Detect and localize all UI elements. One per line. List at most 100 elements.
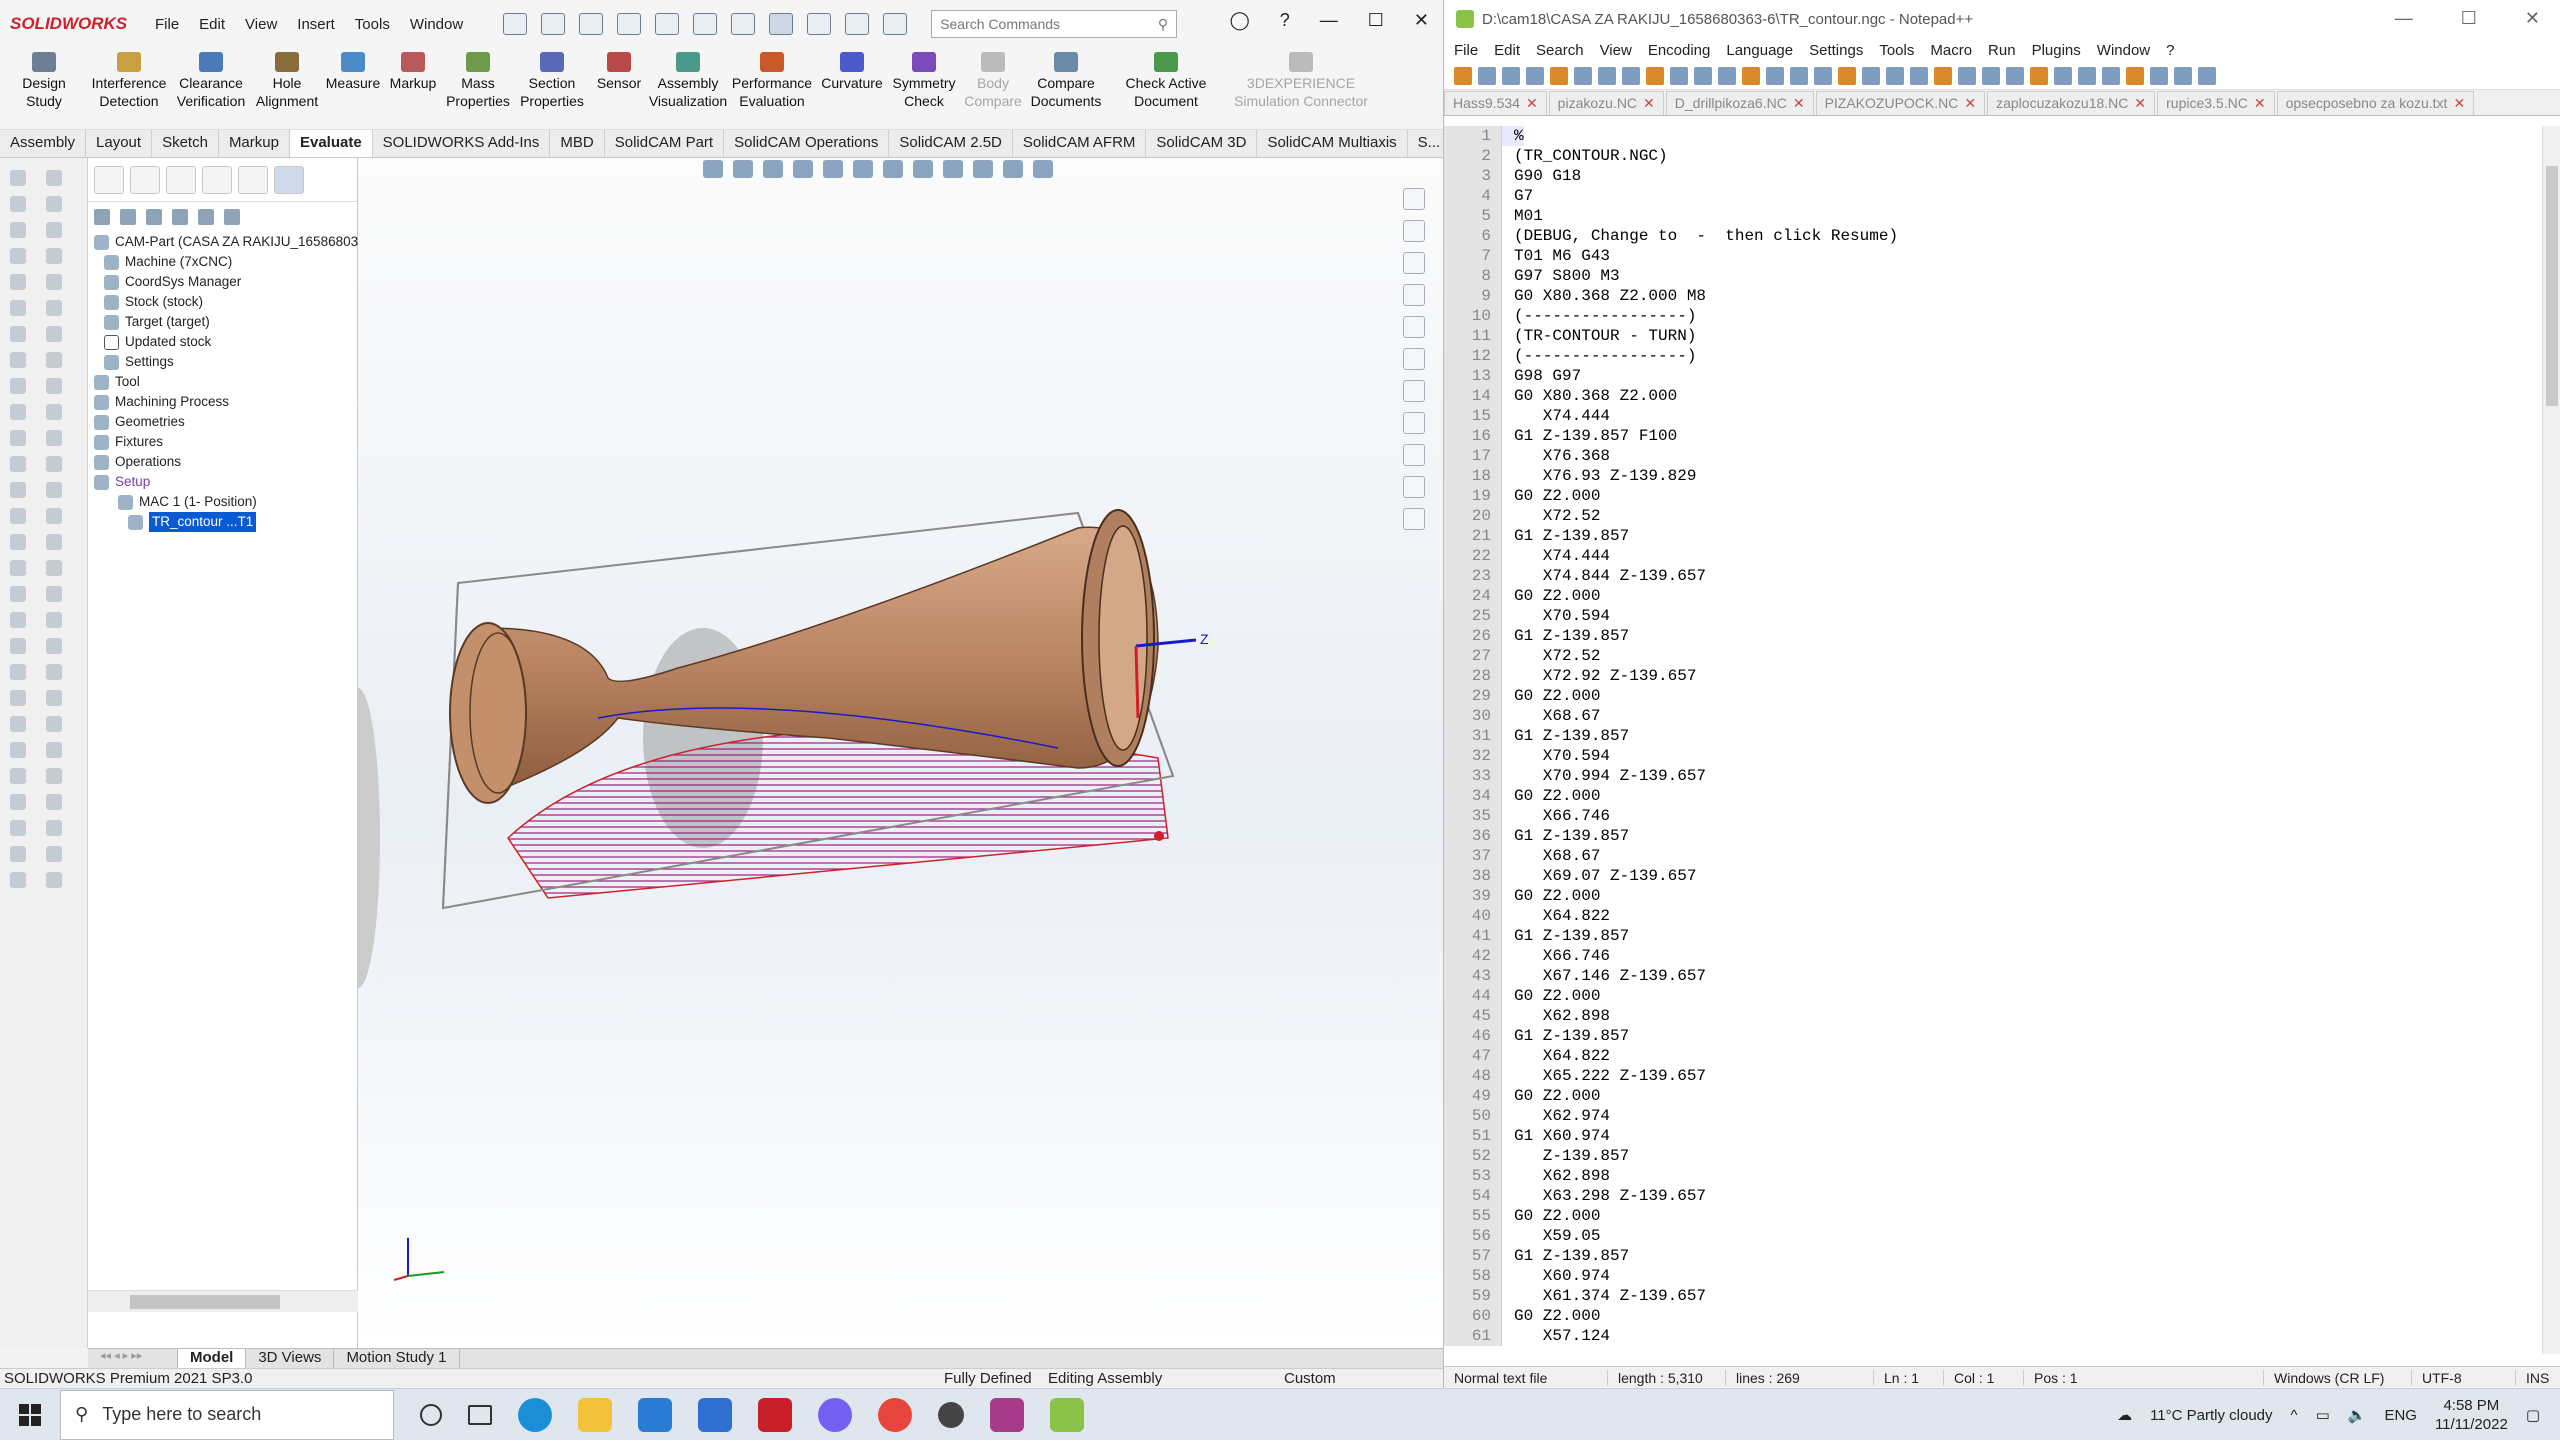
- folder-icon[interactable]: [146, 209, 162, 225]
- task-strip-tool-icon[interactable]: [10, 508, 26, 524]
- code-line[interactable]: 61 X57.124: [1444, 1326, 2560, 1346]
- code-line[interactable]: 41 G1 Z-139.857: [1444, 926, 2560, 946]
- tab-sketch[interactable]: Sketch: [152, 130, 219, 157]
- np-tab-close-icon[interactable]: ✕: [1964, 95, 1976, 111]
- task-strip-tool-icon[interactable]: [46, 456, 62, 472]
- ribbon-markup-button[interactable]: Markup: [384, 48, 442, 129]
- np-menu-view[interactable]: View: [1600, 42, 1632, 59]
- code-line[interactable]: 21 G1 Z-139.857: [1444, 526, 2560, 546]
- tree-item-stock-stock[interactable]: Stock (stock): [94, 292, 357, 312]
- np-menu-plugins[interactable]: Plugins: [2032, 42, 2081, 59]
- np-menu-search[interactable]: Search: [1536, 42, 1584, 59]
- minimize-icon[interactable]: —: [1320, 10, 1338, 31]
- np-tab-close-icon[interactable]: ✕: [2134, 95, 2146, 111]
- code-line[interactable]: 50 X62.974: [1444, 1106, 2560, 1126]
- code-line[interactable]: 2 (TR_CONTOUR.NGC): [1444, 146, 2560, 166]
- store-icon[interactable]: [638, 1397, 672, 1432]
- editor-vertical-scrollbar[interactable]: [2542, 126, 2560, 1354]
- code-line[interactable]: 27 X72.52: [1444, 646, 2560, 666]
- tab-layout[interactable]: Layout: [86, 130, 153, 157]
- tree-item-target-target[interactable]: Target (target): [94, 312, 357, 332]
- code-line[interactable]: 13 G98 G97: [1444, 366, 2560, 386]
- np-toolbar-button-icon[interactable]: [1526, 66, 1544, 85]
- np-toolbar-button-icon[interactable]: [2006, 66, 2024, 85]
- np-toolbar-button-icon[interactable]: [1598, 66, 1616, 85]
- np-maximize-icon[interactable]: ☐: [2461, 8, 2477, 29]
- np-toolbar-button-icon[interactable]: [2078, 66, 2096, 85]
- np-tab-close-icon[interactable]: ✕: [1526, 95, 1538, 111]
- code-line[interactable]: 34 G0 Z2.000: [1444, 786, 2560, 806]
- np-toolbar-button-icon[interactable]: [1886, 66, 1904, 85]
- np-toolbar-button-icon[interactable]: [1982, 66, 2000, 85]
- task-strip-tool-icon[interactable]: [10, 560, 26, 576]
- ribbon-section-properties-button[interactable]: Section Properties: [514, 48, 590, 129]
- np-toolbar-button-icon[interactable]: [1934, 66, 1952, 85]
- tree-item-updated-stock[interactable]: Updated stock: [94, 332, 357, 352]
- np-toolbar-button-icon[interactable]: [2102, 66, 2120, 85]
- np-menu-edit[interactable]: Edit: [1494, 42, 1520, 59]
- task-strip-tool-icon[interactable]: [10, 430, 26, 446]
- tray-chevron-icon[interactable]: ^: [2291, 1407, 2298, 1424]
- code-line[interactable]: 22 X74.444: [1444, 546, 2560, 566]
- document-icon[interactable]: [198, 209, 214, 225]
- code-line[interactable]: 4 G7: [1444, 186, 2560, 206]
- code-line[interactable]: 8 G97 S800 M3: [1444, 266, 2560, 286]
- task-strip-tool-icon[interactable]: [10, 456, 26, 472]
- tree-item-fixtures[interactable]: Fixtures: [94, 432, 357, 452]
- np-toolbar-button-icon[interactable]: [1814, 66, 1832, 85]
- task-strip-tool-icon[interactable]: [10, 690, 26, 706]
- task-strip-tool-icon[interactable]: [46, 586, 62, 602]
- code-line[interactable]: 7 T01 M6 G43: [1444, 246, 2560, 266]
- code-line[interactable]: 30 X68.67: [1444, 706, 2560, 726]
- code-line[interactable]: 35 X66.746: [1444, 806, 2560, 826]
- code-line[interactable]: 45 X62.898: [1444, 1006, 2560, 1026]
- tab-solidcam-part[interactable]: SolidCAM Part: [605, 130, 725, 157]
- np-tab-close-icon[interactable]: ✕: [1793, 95, 1805, 111]
- options-icon[interactable]: [883, 13, 908, 35]
- ribbon-mass-properties-button[interactable]: Mass Properties: [442, 48, 514, 129]
- np-menu-encoding[interactable]: Encoding: [1648, 42, 1711, 59]
- code-line[interactable]: 54 X63.298 Z-139.657: [1444, 1186, 2560, 1206]
- task-strip-tool-icon[interactable]: [10, 274, 26, 290]
- np-tab-rupice3-5-nc[interactable]: rupice3.5.NC ✕: [2157, 91, 2275, 115]
- code-line[interactable]: 55 G0 Z2.000: [1444, 1206, 2560, 1226]
- np-tab-pizakozupock-nc[interactable]: PIZAKOZUPOCK.NC ✕: [1815, 91, 1986, 115]
- open-icon[interactable]: [579, 13, 604, 35]
- ribbon-compare-documents-button[interactable]: Compare Documents: [1026, 48, 1106, 129]
- code-line[interactable]: 59 X61.374 Z-139.657: [1444, 1286, 2560, 1306]
- code-line[interactable]: 44 G0 Z2.000: [1444, 986, 2560, 1006]
- np-toolbar-button-icon[interactable]: [1790, 66, 1808, 85]
- code-line[interactable]: 57 G1 Z-139.857: [1444, 1246, 2560, 1266]
- dimxpert-tab-icon[interactable]: [202, 165, 232, 194]
- user-icon[interactable]: ◯: [1230, 10, 1250, 31]
- save-icon[interactable]: [617, 13, 642, 35]
- task-strip-tool-icon[interactable]: [10, 586, 26, 602]
- task-strip-tool-icon[interactable]: [46, 196, 62, 212]
- np-toolbar-button-icon[interactable]: [2030, 66, 2048, 85]
- save-part-icon[interactable]: [172, 209, 188, 225]
- tree-item-tool[interactable]: Tool: [94, 372, 357, 392]
- code-line[interactable]: 24 G0 Z2.000: [1444, 586, 2560, 606]
- edge-icon[interactable]: [518, 1397, 552, 1432]
- close-icon[interactable]: ✕: [1414, 10, 1429, 31]
- task-strip-tool-icon[interactable]: [46, 534, 62, 550]
- np-toolbar-button-icon[interactable]: [1862, 66, 1880, 85]
- code-line[interactable]: 51 G1 X60.974: [1444, 1126, 2560, 1146]
- task-strip-tool-icon[interactable]: [10, 222, 26, 238]
- task-strip-tool-icon[interactable]: [10, 638, 26, 654]
- task-strip-tool-icon[interactable]: [46, 638, 62, 654]
- code-line[interactable]: 47 X64.822: [1444, 1046, 2560, 1066]
- task-strip-tool-icon[interactable]: [46, 794, 62, 810]
- np-menu-file[interactable]: File: [1454, 42, 1478, 59]
- code-editor[interactable]: 1% 2 (TR_CONTOUR.NGC) 3 G90 G18 4 G7 5 M01 6 (DEBU…: [1444, 126, 2560, 1354]
- taskbar-search-box[interactable]: ⚲ Type here to search: [60, 1389, 394, 1440]
- code-line[interactable]: 26 G1 Z-139.857: [1444, 626, 2560, 646]
- task-strip-tool-icon[interactable]: [46, 170, 62, 186]
- cortana-icon[interactable]: [420, 1403, 442, 1426]
- rebuild-icon[interactable]: [807, 13, 832, 35]
- task-strip-tool-icon[interactable]: [10, 352, 26, 368]
- code-line[interactable]: 40 X64.822: [1444, 906, 2560, 926]
- ribbon-measure-button[interactable]: Measure: [322, 48, 384, 129]
- code-line[interactable]: 29 G0 Z2.000: [1444, 686, 2560, 706]
- task-strip-tool-icon[interactable]: [10, 326, 26, 342]
